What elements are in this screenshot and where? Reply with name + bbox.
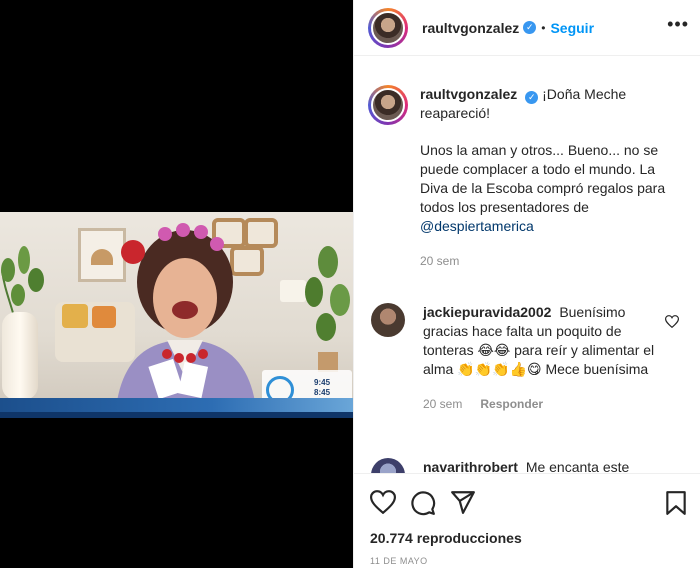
plant-right [305, 246, 350, 372]
avatar[interactable] [368, 85, 408, 125]
like-comment-heart-icon[interactable] [665, 315, 679, 328]
verified-badge-icon: ✓ [523, 21, 537, 34]
post-date[interactable]: 11 DE MAYO [370, 556, 428, 566]
caption-username[interactable]: raultvgonzalez [420, 86, 517, 102]
avatar[interactable] [371, 458, 405, 473]
more-options-icon[interactable]: ••• [667, 14, 689, 35]
comment-username[interactable]: navarithrobert [423, 459, 518, 473]
reply-button[interactable]: Responder [480, 395, 543, 414]
bookmark-icon[interactable] [665, 490, 687, 516]
news-ticker [0, 398, 353, 412]
caption-mention[interactable]: @despiertamerica [420, 218, 534, 234]
presenter-figure [115, 223, 257, 418]
follow-button[interactable]: Seguir [550, 20, 594, 36]
comment-item: jackiepuravida2002 Buenísimo gracias hac… [368, 303, 673, 414]
caption-time[interactable]: 20 sem [420, 252, 459, 271]
comment-icon[interactable] [410, 490, 436, 516]
comments-list[interactable]: raultvgonzalez ✓ ¡Doña Meche reapareció! … [354, 57, 700, 473]
verified-badge-icon: ✓ [525, 91, 539, 104]
vase [2, 312, 38, 400]
share-icon[interactable] [450, 490, 476, 514]
post-actions: 20.774 reproducciones 11 DE MAYO [354, 473, 700, 568]
comment-text: Me encanta este [525, 459, 630, 473]
caption: raultvgonzalez ✓ ¡Doña Meche reapareció! … [368, 85, 670, 271]
bug-time: 9:45 8:45 [314, 378, 331, 397]
comment-username[interactable]: jackiepuravida2002 [423, 304, 551, 320]
separator-dot: • [541, 20, 546, 35]
comment-item: navarithrobert Me encanta este [368, 458, 673, 473]
avatar[interactable] [368, 7, 408, 48]
video-frame[interactable]: 9:45 8:45 [0, 212, 353, 418]
avatar[interactable] [371, 303, 405, 337]
video-panel[interactable]: 9:45 8:45 [0, 0, 353, 568]
post-username[interactable]: raultvgonzalez [422, 20, 519, 36]
comment-time[interactable]: 20 sem [423, 395, 462, 414]
heart-icon[interactable] [370, 490, 396, 514]
post-header: raultvgonzalez ✓ • Seguir ••• [354, 0, 700, 56]
news-ticker-strip [0, 412, 353, 418]
view-count[interactable]: 20.774 reproducciones [370, 530, 522, 546]
post-sidebar: raultvgonzalez ✓ • Seguir ••• raultvgonz… [353, 0, 700, 568]
caption-text-2: Unos la aman y otros... Bueno... no se p… [420, 142, 666, 215]
pillow [62, 304, 88, 328]
